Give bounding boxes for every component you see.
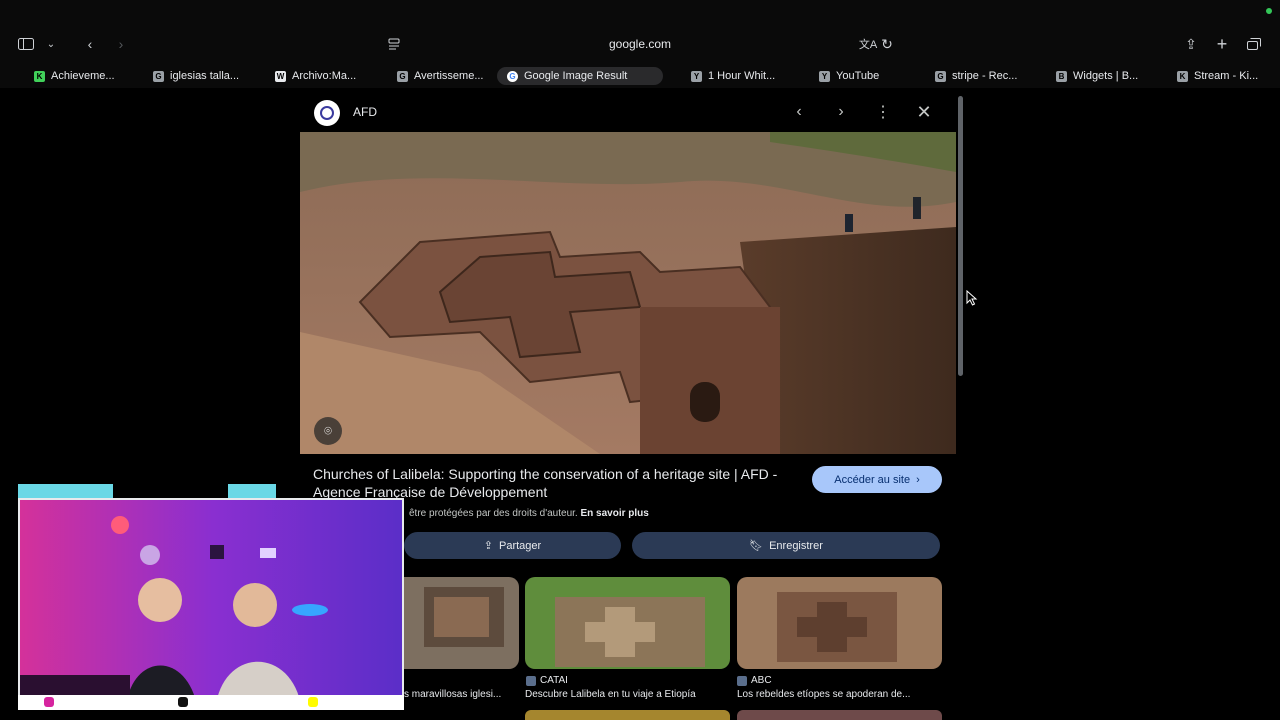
previous-icon[interactable]: ‹ bbox=[789, 102, 809, 122]
tab[interactable]: Y 1 Hour Whit... bbox=[691, 67, 775, 85]
panel-header: AFD ‹ › ⋮ ✕ bbox=[300, 92, 956, 132]
close-icon[interactable]: ✕ bbox=[914, 102, 934, 122]
source-logo-icon bbox=[314, 100, 340, 126]
tab-label: Widgets | B... bbox=[1073, 70, 1139, 82]
tab[interactable]: Giglesias talla... bbox=[153, 67, 239, 85]
share-icon: ⇪ bbox=[483, 540, 493, 552]
tab-overview-icon[interactable] bbox=[1244, 34, 1264, 54]
tab-favicon: G bbox=[397, 70, 408, 82]
tab-favicon: K bbox=[1177, 70, 1188, 82]
page-settings-icon[interactable] bbox=[384, 34, 404, 54]
related-image[interactable] bbox=[737, 577, 942, 669]
new-tab-icon[interactable]: + bbox=[1212, 34, 1232, 54]
social-handles-strip bbox=[18, 695, 404, 710]
tab-label: Achieveme... bbox=[51, 70, 115, 82]
tab[interactable]: Y YouTube bbox=[819, 67, 879, 85]
share-button[interactable]: ⇪ Partager bbox=[404, 532, 621, 559]
address-bar[interactable]: google.com bbox=[560, 37, 720, 51]
tab-favicon: Y bbox=[691, 70, 702, 82]
tab[interactable]: W Archivo:Ma... bbox=[275, 67, 356, 85]
snapchat-icon bbox=[308, 697, 318, 707]
scrollbar-thumb[interactable] bbox=[958, 96, 963, 376]
tab-label: Archivo:Ma... bbox=[292, 70, 357, 82]
tab[interactable]: K Stream - Ki... bbox=[1177, 67, 1258, 85]
visit-site-button[interactable]: Accéder au site › bbox=[812, 466, 942, 493]
next-icon[interactable]: › bbox=[831, 102, 851, 122]
forward-icon[interactable]: › bbox=[111, 34, 131, 54]
back-icon[interactable]: ‹ bbox=[80, 34, 100, 54]
related-image[interactable] bbox=[525, 577, 730, 669]
chevron-down-icon[interactable]: ⌄ bbox=[41, 34, 61, 54]
tab-label: Avertisseme... bbox=[414, 70, 484, 82]
copyright-text: être protégées par des droits d'auteur. bbox=[409, 508, 578, 519]
instagram-icon bbox=[44, 697, 54, 707]
tab[interactable]: B Widgets | B... bbox=[1056, 67, 1138, 85]
tab-label: Stream - Ki... bbox=[1194, 70, 1259, 82]
related-caption[interactable]: Descubre Lalibela en tu viaje a Etiopía bbox=[525, 689, 730, 700]
related-image[interactable] bbox=[737, 710, 942, 720]
tab[interactable]: G Avertisseme... bbox=[397, 67, 484, 85]
bookmark-icon: 🔖︎ bbox=[749, 540, 764, 552]
result-title[interactable]: Churches of Lalibela: Supporting the con… bbox=[313, 465, 803, 501]
mouse-cursor-icon bbox=[966, 289, 978, 309]
tab-favicon: W bbox=[275, 70, 286, 82]
tab-favicon: K bbox=[34, 70, 45, 82]
tab-bar: K Achieveme... Giglesias talla... W Archiv… bbox=[0, 64, 1280, 88]
webcam-overlay bbox=[18, 498, 404, 710]
tab-label: iglesias talla... bbox=[170, 70, 240, 82]
share-icon[interactable]: ⇪ bbox=[1181, 34, 1201, 54]
tab-label: Google Image Result bbox=[524, 70, 628, 82]
save-label: Enregistrer bbox=[769, 539, 823, 552]
recording-indicator bbox=[1266, 8, 1272, 14]
save-button[interactable]: 🔖︎ Enregistrer bbox=[632, 532, 940, 559]
copyright-notice: être protégées par des droits d'auteur. … bbox=[409, 508, 649, 519]
tab-active[interactable]: G Google Image Result bbox=[497, 67, 663, 85]
source-name: AFD bbox=[353, 105, 377, 119]
tab-favicon: Y bbox=[819, 70, 830, 82]
learn-more-link[interactable]: En savoir plus bbox=[580, 508, 648, 519]
tab-label: stripe - Rec... bbox=[952, 70, 1018, 82]
sidebar-toggle-icon[interactable] bbox=[16, 34, 36, 54]
related-source: ABC bbox=[737, 675, 772, 686]
chevron-right-icon: › bbox=[916, 473, 920, 486]
tiktok-icon bbox=[178, 697, 188, 707]
visit-site-label: Accéder au site bbox=[834, 473, 911, 486]
main-image[interactable]: ⌾ bbox=[300, 132, 956, 454]
related-source: CATAI bbox=[526, 675, 568, 686]
tab-label: 1 Hour Whit... bbox=[708, 70, 776, 82]
more-options-icon[interactable]: ⋮ bbox=[873, 102, 893, 122]
lens-search-icon[interactable]: ⌾ bbox=[314, 417, 342, 445]
scrollbar[interactable] bbox=[957, 96, 965, 720]
tab-favicon: B bbox=[1056, 70, 1067, 82]
source-favicon-icon bbox=[526, 675, 536, 686]
share-label: Partager bbox=[499, 539, 542, 552]
tab-favicon: G bbox=[507, 70, 518, 82]
tab-label: YouTube bbox=[836, 70, 880, 82]
translate-icon[interactable]: 文A bbox=[858, 34, 878, 54]
related-image[interactable] bbox=[525, 710, 730, 720]
tab-favicon: G bbox=[935, 70, 946, 82]
source-favicon-icon bbox=[737, 675, 747, 686]
reload-icon[interactable]: ↻ bbox=[877, 34, 897, 54]
related-caption[interactable]: Los rebeldes etíopes se apoderan de... bbox=[737, 689, 942, 700]
tab[interactable]: Gstripe - Rec... bbox=[935, 67, 1017, 85]
related-caption[interactable]: s maravillosas iglesi... bbox=[404, 689, 518, 700]
tab[interactable]: K Achieveme... bbox=[34, 67, 115, 85]
tab-favicon: G bbox=[153, 70, 164, 82]
browser-toolbar: ⌄ ‹ › google.com 文A ↻ ⇪ + bbox=[0, 0, 1280, 64]
